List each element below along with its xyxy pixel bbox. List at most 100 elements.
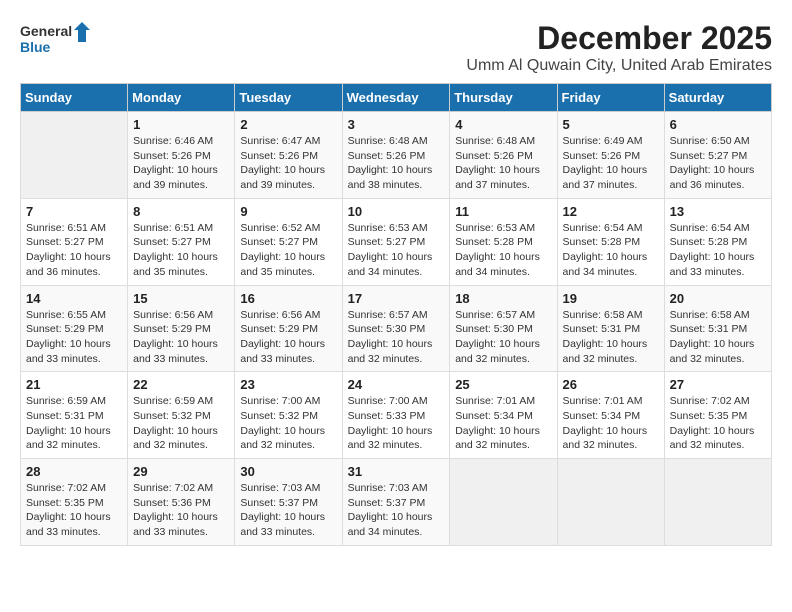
day-number: 20 (670, 291, 766, 306)
day-number: 24 (348, 377, 445, 392)
day-info: Sunrise: 6:50 AM Sunset: 5:27 PM Dayligh… (670, 134, 766, 193)
logo-svg: General Blue (20, 20, 90, 58)
day-number: 18 (455, 291, 551, 306)
calendar-cell: 18 Sunrise: 6:57 AM Sunset: 5:30 PM Dayli… (450, 285, 557, 372)
svg-text:Blue: Blue (20, 39, 51, 55)
calendar-cell: 1Sunrise: 6:46 AM Sunset: 5:26 PM Daylig… (128, 112, 235, 199)
day-number: 5 (563, 117, 659, 132)
calendar-cell: 4Sunrise: 6:48 AM Sunset: 5:26 PM Daylig… (450, 112, 557, 199)
day-info: Sunrise: 6:56 AM Sunset: 5:29 PM Dayligh… (240, 308, 336, 367)
calendar-cell: 6 Sunrise: 6:50 AM Sunset: 5:27 PM Daylig… (664, 112, 771, 199)
calendar-cell: 2 Sunrise: 6:47 AM Sunset: 5:26 PM Daylig… (235, 112, 342, 199)
calendar-cell: 26 Sunrise: 7:01 AM Sunset: 5:34 PM Dayli… (557, 372, 664, 459)
day-number: 21 (26, 377, 122, 392)
day-info: Sunrise: 6:57 AM Sunset: 5:30 PM Dayligh… (348, 308, 445, 367)
calendar-cell: 9Sunrise: 6:52 AM Sunset: 5:27 PM Daylig… (235, 198, 342, 285)
day-number: 1 (133, 117, 229, 132)
calendar-cell: 8Sunrise: 6:51 AM Sunset: 5:27 PM Daylig… (128, 198, 235, 285)
calendar-cell: 3 Sunrise: 6:48 AM Sunset: 5:26 PM Daylig… (342, 112, 450, 199)
day-number: 28 (26, 464, 122, 479)
weekday-header-friday: Friday (557, 84, 664, 112)
calendar-cell: 20 Sunrise: 6:58 AM Sunset: 5:31 PM Dayli… (664, 285, 771, 372)
svg-text:General: General (20, 23, 72, 39)
calendar-cell: 15Sunrise: 6:56 AM Sunset: 5:29 PM Dayli… (128, 285, 235, 372)
calendar-week-row: 21Sunrise: 6:59 AM Sunset: 5:31 PM Dayli… (21, 372, 772, 459)
day-number: 3 (348, 117, 445, 132)
calendar-cell: 12 Sunrise: 6:54 AM Sunset: 5:28 PM Dayli… (557, 198, 664, 285)
day-info: Sunrise: 6:57 AM Sunset: 5:30 PM Dayligh… (455, 308, 551, 367)
day-number: 26 (563, 377, 659, 392)
day-info: Sunrise: 6:47 AM Sunset: 5:26 PM Dayligh… (240, 134, 336, 193)
calendar-cell: 17 Sunrise: 6:57 AM Sunset: 5:30 PM Dayli… (342, 285, 450, 372)
calendar-cell (664, 459, 771, 546)
day-info: Sunrise: 6:53 AM Sunset: 5:27 PM Dayligh… (348, 221, 445, 280)
weekday-header-tuesday: Tuesday (235, 84, 342, 112)
day-info: Sunrise: 6:49 AM Sunset: 5:26 PM Dayligh… (563, 134, 659, 193)
weekday-header-monday: Monday (128, 84, 235, 112)
day-number: 9 (240, 204, 336, 219)
day-number: 30 (240, 464, 336, 479)
day-info: Sunrise: 6:54 AM Sunset: 5:28 PM Dayligh… (563, 221, 659, 280)
day-info: Sunrise: 7:03 AM Sunset: 5:37 PM Dayligh… (348, 481, 445, 540)
day-number: 25 (455, 377, 551, 392)
calendar-cell: 14 Sunrise: 6:55 AM Sunset: 5:29 PM Dayli… (21, 285, 128, 372)
calendar-cell: 13Sunrise: 6:54 AM Sunset: 5:28 PM Dayli… (664, 198, 771, 285)
day-number: 19 (563, 291, 659, 306)
weekday-header-thursday: Thursday (450, 84, 557, 112)
calendar-cell: 19 Sunrise: 6:58 AM Sunset: 5:31 PM Dayli… (557, 285, 664, 372)
day-number: 27 (670, 377, 766, 392)
page-header: General Blue December 2025 Umm Al Quwain… (20, 20, 772, 75)
day-info: Sunrise: 7:01 AM Sunset: 5:34 PM Dayligh… (455, 394, 551, 453)
day-number: 6 (670, 117, 766, 132)
day-info: Sunrise: 6:59 AM Sunset: 5:32 PM Dayligh… (133, 394, 229, 453)
calendar-week-row: 28 Sunrise: 7:02 AM Sunset: 5:35 PM Dayli… (21, 459, 772, 546)
calendar-cell: 11 Sunrise: 6:53 AM Sunset: 5:28 PM Dayli… (450, 198, 557, 285)
calendar-cell: 10 Sunrise: 6:53 AM Sunset: 5:27 PM Dayli… (342, 198, 450, 285)
day-info: Sunrise: 6:53 AM Sunset: 5:28 PM Dayligh… (455, 221, 551, 280)
calendar-week-row: 7 Sunrise: 6:51 AM Sunset: 5:27 PM Daylig… (21, 198, 772, 285)
day-info: Sunrise: 7:00 AM Sunset: 5:33 PM Dayligh… (348, 394, 445, 453)
day-info: Sunrise: 7:00 AM Sunset: 5:32 PM Dayligh… (240, 394, 336, 453)
day-info: Sunrise: 6:58 AM Sunset: 5:31 PM Dayligh… (670, 308, 766, 367)
day-number: 13 (670, 204, 766, 219)
day-number: 17 (348, 291, 445, 306)
day-info: Sunrise: 6:58 AM Sunset: 5:31 PM Dayligh… (563, 308, 659, 367)
weekday-header-row: SundayMondayTuesdayWednesdayThursdayFrid… (21, 84, 772, 112)
day-number: 31 (348, 464, 445, 479)
page-title: December 2025 (466, 20, 772, 57)
calendar-cell: 21Sunrise: 6:59 AM Sunset: 5:31 PM Dayli… (21, 372, 128, 459)
calendar-cell: 27 Sunrise: 7:02 AM Sunset: 5:35 PM Dayli… (664, 372, 771, 459)
day-info: Sunrise: 7:02 AM Sunset: 5:35 PM Dayligh… (26, 481, 122, 540)
day-number: 12 (563, 204, 659, 219)
day-number: 7 (26, 204, 122, 219)
page-subtitle: Umm Al Quwain City, United Arab Emirates (466, 57, 772, 75)
calendar-week-row: 1Sunrise: 6:46 AM Sunset: 5:26 PM Daylig… (21, 112, 772, 199)
calendar-cell: 16 Sunrise: 6:56 AM Sunset: 5:29 PM Dayli… (235, 285, 342, 372)
day-info: Sunrise: 6:51 AM Sunset: 5:27 PM Dayligh… (26, 221, 122, 280)
day-number: 10 (348, 204, 445, 219)
day-number: 15 (133, 291, 229, 306)
calendar-cell (450, 459, 557, 546)
weekday-header-wednesday: Wednesday (342, 84, 450, 112)
day-number: 29 (133, 464, 229, 479)
calendar-cell: 7 Sunrise: 6:51 AM Sunset: 5:27 PM Daylig… (21, 198, 128, 285)
day-number: 11 (455, 204, 551, 219)
day-info: Sunrise: 7:02 AM Sunset: 5:35 PM Dayligh… (670, 394, 766, 453)
calendar-cell: 5 Sunrise: 6:49 AM Sunset: 5:26 PM Daylig… (557, 112, 664, 199)
calendar-cell: 29 Sunrise: 7:02 AM Sunset: 5:36 PM Dayli… (128, 459, 235, 546)
calendar-cell (557, 459, 664, 546)
day-number: 14 (26, 291, 122, 306)
day-number: 16 (240, 291, 336, 306)
weekday-header-saturday: Saturday (664, 84, 771, 112)
calendar-cell: 31 Sunrise: 7:03 AM Sunset: 5:37 PM Dayli… (342, 459, 450, 546)
day-info: Sunrise: 6:55 AM Sunset: 5:29 PM Dayligh… (26, 308, 122, 367)
calendar-cell: 28 Sunrise: 7:02 AM Sunset: 5:35 PM Dayli… (21, 459, 128, 546)
calendar-cell: 25 Sunrise: 7:01 AM Sunset: 5:34 PM Dayli… (450, 372, 557, 459)
day-info: Sunrise: 7:01 AM Sunset: 5:34 PM Dayligh… (563, 394, 659, 453)
day-info: Sunrise: 7:02 AM Sunset: 5:36 PM Dayligh… (133, 481, 229, 540)
day-info: Sunrise: 6:48 AM Sunset: 5:26 PM Dayligh… (348, 134, 445, 193)
calendar-cell: 22Sunrise: 6:59 AM Sunset: 5:32 PM Dayli… (128, 372, 235, 459)
day-number: 2 (240, 117, 336, 132)
day-number: 4 (455, 117, 551, 132)
day-number: 23 (240, 377, 336, 392)
